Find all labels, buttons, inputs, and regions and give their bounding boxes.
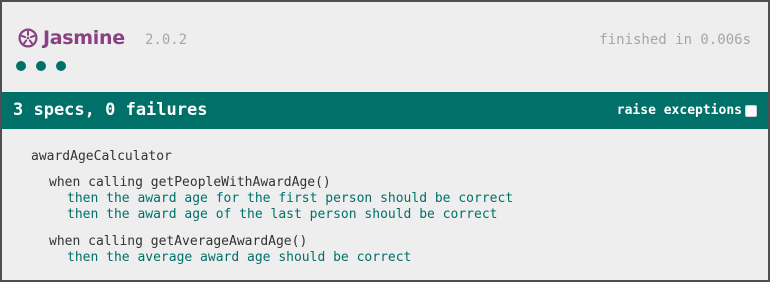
summary-message: 3 specs, 0 failures (13, 100, 208, 120)
sub-suite-link[interactable]: when calling getPeopleWithAwardAge() (49, 175, 331, 191)
duration-label: finished in 0.006s (599, 32, 751, 48)
raise-exceptions-label: raise exceptions (616, 103, 742, 118)
spec-link[interactable]: then the average award age should be cor… (67, 250, 411, 266)
jasmine-logo: Jasmine (18, 27, 125, 49)
jasmine-reporter: Jasmine 2.0.2 finished in 0.006s 3 specs… (2, 2, 768, 280)
jasmine-flower-icon (18, 28, 38, 48)
version-label: 2.0.2 (145, 32, 188, 48)
passed-spec-dot (36, 61, 46, 71)
suite-link[interactable]: awardAgeCalculator (31, 149, 172, 165)
raise-exceptions-checkbox[interactable] (745, 104, 757, 117)
banner: Jasmine 2.0.2 finished in 0.006s (2, 2, 768, 92)
spec-progress-dots (16, 61, 66, 71)
sub-suite-link[interactable]: when calling getAverageAwardAge() (49, 234, 307, 250)
spec-link[interactable]: then the award age for the first person … (67, 191, 513, 207)
logo-text: Jasmine (43, 27, 125, 49)
results-summary-bar: 3 specs, 0 failures raise exceptions (2, 92, 768, 129)
raise-exceptions-toggle[interactable]: raise exceptions (617, 103, 757, 118)
spec-link[interactable]: then the award age of the last person sh… (67, 207, 497, 223)
passed-spec-dot (56, 61, 66, 71)
passed-spec-dot (16, 61, 26, 71)
